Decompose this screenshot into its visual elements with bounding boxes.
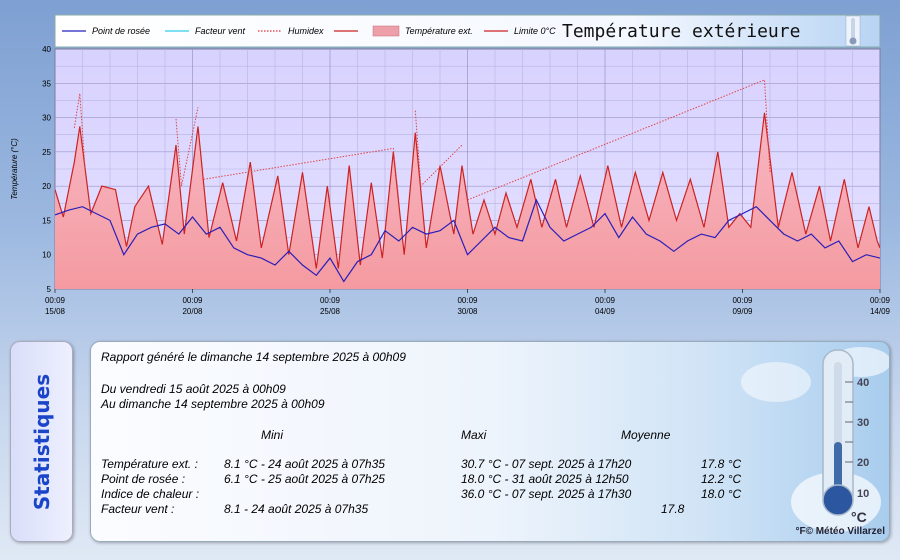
legend-label: Température ext.: [405, 26, 473, 36]
row-moyenne: 12.2 °C: [701, 472, 742, 486]
x-tick-date: 25/08: [320, 307, 341, 316]
legend-label: Point de rosée: [92, 26, 150, 36]
y-tick-label: 25: [42, 148, 51, 157]
row-label: Indice de chaleur :: [101, 487, 200, 501]
thermo-scale-label: 20: [857, 457, 869, 469]
legend-label: Facteur vent: [195, 26, 246, 36]
row-moyenne: 18.0 °C: [701, 487, 742, 501]
chart-title: Température extérieure: [562, 21, 800, 42]
y-tick-label: 35: [42, 79, 51, 88]
period-to: Au dimanche 14 septembre 2025 à 00h09: [101, 397, 325, 411]
x-tick-time: 00:09: [732, 296, 753, 305]
x-tick-time: 00:09: [320, 296, 341, 305]
thermometer-icon: 40 30 20 10 °C: [822, 349, 869, 525]
y-tick-label: 40: [42, 45, 51, 54]
y-tick-label: 5: [47, 285, 52, 294]
row-mini: 8.1 °C - 24 août 2025 à 07h35: [224, 457, 385, 471]
legend-label: Limite 0°C: [514, 26, 556, 36]
thermo-unit-celsius: °C: [851, 509, 867, 525]
x-tick-time: 00:09: [182, 296, 203, 305]
header-maxi: Maxi: [461, 428, 487, 442]
y-tick-label: 30: [42, 114, 51, 123]
thermo-scale-label: 40: [857, 377, 869, 389]
x-axis: 00:09 15/08 00:09 20/08 00:09 25/08 00:09 30/08…: [45, 289, 891, 316]
chart-legend: Point de rosée Facteur vent Humidex Tempéra…: [54, 14, 881, 48]
x-tick-date: 14/09: [870, 307, 891, 316]
y-axis: 5 10 15 20 25 30 35 40: [42, 45, 51, 294]
y-tick-label: 20: [42, 182, 51, 191]
row-maxi: 36.0 °C - 07 sept. 2025 à 17h30: [461, 487, 632, 501]
legend-swatch: [372, 25, 400, 37]
x-tick-date: 30/08: [457, 307, 478, 316]
row-label: Point de rosée :: [101, 472, 186, 486]
x-tick-time: 00:09: [595, 296, 616, 305]
y-tick-label: 10: [42, 251, 51, 260]
row-mini: 8.1 - 24 août 2025 à 07h35: [224, 502, 369, 516]
temperature-chart: Point de rosée Facteur vent Humidex Tempéra…: [10, 14, 891, 316]
x-tick-time: 00:09: [45, 296, 66, 305]
x-tick-date: 09/09: [732, 307, 753, 316]
y-axis-label: Température (°C): [10, 138, 19, 200]
statistics-tab-label: Statistiques: [29, 373, 54, 510]
thermo-unit-fahrenheit: °F: [795, 526, 806, 537]
row-maxi: 18.0 °C - 31 août 2025 à 12h50: [461, 472, 629, 486]
thermometer-logo-icon: [845, 15, 861, 47]
header-mini: Mini: [261, 428, 284, 442]
x-tick-date: 04/09: [595, 307, 616, 316]
x-tick-time: 00:09: [870, 296, 891, 305]
copyright-text: © Météo Villarzel: [805, 526, 885, 537]
report-generated: Rapport généré le dimanche 14 septembre …: [101, 350, 406, 364]
row-moyenne: 17.8 °C: [701, 457, 742, 471]
thermo-scale-label: 30: [857, 417, 869, 429]
statistics-tab: Statistiques: [10, 341, 73, 542]
y-tick-label: 15: [42, 216, 51, 225]
header-moyenne: Moyenne: [621, 428, 671, 442]
x-tick-date: 15/08: [45, 307, 66, 316]
cloud-icon: [741, 362, 811, 402]
copyright: °F© Météo Villarzel: [795, 526, 885, 537]
x-tick-date: 20/08: [182, 307, 203, 316]
thermo-scale-label: 10: [857, 488, 869, 500]
period-from: Du vendredi 15 août 2025 à 00h09: [101, 382, 286, 396]
legend-item: Température ext.: [372, 25, 473, 37]
legend-label: Humidex: [288, 26, 324, 36]
row-moyenne: 17.8: [661, 502, 685, 516]
row-maxi: 30.7 °C - 07 sept. 2025 à 17h20: [461, 457, 632, 471]
statistics-panel: 40 30 20 10 °C Rapport généré le dimanch…: [90, 341, 890, 542]
x-tick-time: 00:09: [457, 296, 478, 305]
row-label: Température ext. :: [101, 457, 198, 471]
row-mini: 6.1 °C - 25 août 2025 à 07h25: [224, 472, 385, 486]
row-label: Facteur vent :: [101, 502, 175, 516]
